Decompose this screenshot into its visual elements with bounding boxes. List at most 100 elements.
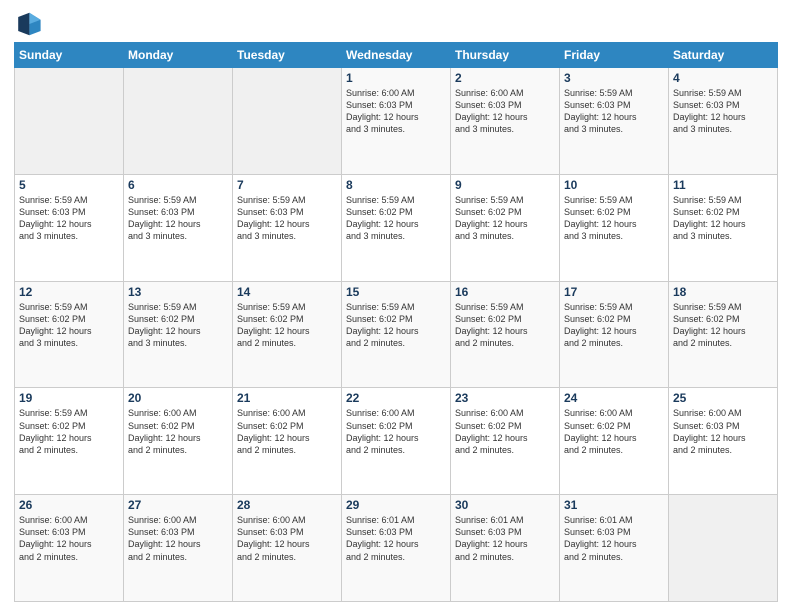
page: SundayMondayTuesdayWednesdayThursdayFrid… <box>0 0 792 612</box>
calendar-cell: 29 Sunrise: 6:01 AM Sunset: 6:03 PM Dayli… <box>342 495 451 602</box>
calendar-cell: 17 Sunrise: 5:59 AM Sunset: 6:02 PM Dayli… <box>560 281 669 388</box>
day-number: 8 <box>346 178 446 192</box>
calendar-cell <box>233 68 342 175</box>
calendar-cell: 15 Sunrise: 5:59 AM Sunset: 6:02 PM Dayli… <box>342 281 451 388</box>
day-info: Sunrise: 5:59 AM Sunset: 6:02 PM Dayligh… <box>19 301 119 350</box>
calendar-cell: 12 Sunrise: 5:59 AM Sunset: 6:02 PM Dayli… <box>15 281 124 388</box>
header <box>14 10 778 38</box>
day-header-friday: Friday <box>560 43 669 68</box>
calendar-cell: 9 Sunrise: 5:59 AM Sunset: 6:02 PM Daylig… <box>451 174 560 281</box>
day-number: 16 <box>455 285 555 299</box>
day-info: Sunrise: 6:00 AM Sunset: 6:03 PM Dayligh… <box>346 87 446 136</box>
day-info: Sunrise: 6:00 AM Sunset: 6:03 PM Dayligh… <box>237 514 337 563</box>
day-info: Sunrise: 6:01 AM Sunset: 6:03 PM Dayligh… <box>564 514 664 563</box>
day-number: 21 <box>237 391 337 405</box>
calendar-week-3: 12 Sunrise: 5:59 AM Sunset: 6:02 PM Dayli… <box>15 281 778 388</box>
calendar-week-2: 5 Sunrise: 5:59 AM Sunset: 6:03 PM Daylig… <box>15 174 778 281</box>
calendar-cell: 23Sunrise: 6:00 AM Sunset: 6:02 PM Dayli… <box>451 388 560 495</box>
day-header-thursday: Thursday <box>451 43 560 68</box>
day-header-tuesday: Tuesday <box>233 43 342 68</box>
calendar-cell <box>669 495 778 602</box>
day-number: 4 <box>673 71 773 85</box>
day-number: 14 <box>237 285 337 299</box>
calendar-cell: 20 Sunrise: 6:00 AM Sunset: 6:02 PM Dayli… <box>124 388 233 495</box>
day-info: Sunrise: 5:59 AM Sunset: 6:02 PM Dayligh… <box>564 194 664 243</box>
calendar-week-1: 1 Sunrise: 6:00 AM Sunset: 6:03 PM Daylig… <box>15 68 778 175</box>
calendar-cell: 5Sunrise: 5:59 AM Sunset: 6:03 PM Daylig… <box>15 174 124 281</box>
day-info: Sunrise: 6:00 AM Sunset: 6:03 PM Dayligh… <box>128 514 228 563</box>
day-number: 17 <box>564 285 664 299</box>
day-number: 24 <box>564 391 664 405</box>
day-info: Sunrise: 6:00 AM Sunset: 6:02 PM Dayligh… <box>564 407 664 456</box>
calendar-cell: 16 Sunrise: 5:59 AM Sunset: 6:02 PM Dayli… <box>451 281 560 388</box>
day-number: 6 <box>128 178 228 192</box>
calendar: SundayMondayTuesdayWednesdayThursdayFrid… <box>14 42 778 602</box>
calendar-cell: 27 Sunrise: 6:00 AM Sunset: 6:03 PM Dayli… <box>124 495 233 602</box>
day-info: Sunrise: 6:00 AM Sunset: 6:03 PM Dayligh… <box>19 514 119 563</box>
calendar-week-5: 26 Sunrise: 6:00 AM Sunset: 6:03 PM Dayli… <box>15 495 778 602</box>
calendar-header-row: SundayMondayTuesdayWednesdayThursdayFrid… <box>15 43 778 68</box>
day-number: 29 <box>346 498 446 512</box>
day-number: 26 <box>19 498 119 512</box>
day-info: Sunrise: 5:59 AM Sunset: 6:03 PM Dayligh… <box>128 194 228 243</box>
calendar-week-4: 19 Sunrise: 5:59 AM Sunset: 6:02 PM Dayli… <box>15 388 778 495</box>
day-header-wednesday: Wednesday <box>342 43 451 68</box>
calendar-cell: 2 Sunrise: 6:00 AM Sunset: 6:03 PM Daylig… <box>451 68 560 175</box>
calendar-cell: 26 Sunrise: 6:00 AM Sunset: 6:03 PM Dayli… <box>15 495 124 602</box>
day-number: 13 <box>128 285 228 299</box>
day-number: 3 <box>564 71 664 85</box>
day-info: Sunrise: 5:59 AM Sunset: 6:02 PM Dayligh… <box>19 407 119 456</box>
calendar-cell: 1 Sunrise: 6:00 AM Sunset: 6:03 PM Daylig… <box>342 68 451 175</box>
day-number: 5 <box>19 178 119 192</box>
day-info: Sunrise: 6:01 AM Sunset: 6:03 PM Dayligh… <box>346 514 446 563</box>
day-header-monday: Monday <box>124 43 233 68</box>
calendar-cell: 22 Sunrise: 6:00 AM Sunset: 6:02 PM Dayli… <box>342 388 451 495</box>
day-number: 15 <box>346 285 446 299</box>
calendar-cell: 28 Sunrise: 6:00 AM Sunset: 6:03 PM Dayli… <box>233 495 342 602</box>
day-info: Sunrise: 6:00 AM Sunset: 6:02 PM Dayligh… <box>455 407 555 456</box>
day-info: Sunrise: 5:59 AM Sunset: 6:02 PM Dayligh… <box>237 301 337 350</box>
day-number: 11 <box>673 178 773 192</box>
day-info: Sunrise: 5:59 AM Sunset: 6:02 PM Dayligh… <box>455 194 555 243</box>
day-info: Sunrise: 6:00 AM Sunset: 6:02 PM Dayligh… <box>346 407 446 456</box>
calendar-cell: 10 Sunrise: 5:59 AM Sunset: 6:02 PM Dayli… <box>560 174 669 281</box>
day-info: Sunrise: 5:59 AM Sunset: 6:02 PM Dayligh… <box>673 194 773 243</box>
day-info: Sunrise: 5:59 AM Sunset: 6:02 PM Dayligh… <box>564 301 664 350</box>
day-info: Sunrise: 5:59 AM Sunset: 6:02 PM Dayligh… <box>455 301 555 350</box>
logo-icon <box>14 10 42 38</box>
day-info: Sunrise: 5:59 AM Sunset: 6:02 PM Dayligh… <box>346 301 446 350</box>
calendar-cell <box>124 68 233 175</box>
day-info: Sunrise: 5:59 AM Sunset: 6:02 PM Dayligh… <box>673 301 773 350</box>
day-number: 12 <box>19 285 119 299</box>
day-number: 19 <box>19 391 119 405</box>
day-number: 20 <box>128 391 228 405</box>
calendar-cell: 25 Sunrise: 6:00 AM Sunset: 6:03 PM Dayli… <box>669 388 778 495</box>
calendar-cell: 11 Sunrise: 5:59 AM Sunset: 6:02 PM Dayli… <box>669 174 778 281</box>
day-number: 30 <box>455 498 555 512</box>
day-info: Sunrise: 5:59 AM Sunset: 6:02 PM Dayligh… <box>346 194 446 243</box>
day-number: 10 <box>564 178 664 192</box>
day-number: 2 <box>455 71 555 85</box>
day-number: 1 <box>346 71 446 85</box>
calendar-cell: 14 Sunrise: 5:59 AM Sunset: 6:02 PM Dayli… <box>233 281 342 388</box>
day-number: 22 <box>346 391 446 405</box>
calendar-cell: 30 Sunrise: 6:01 AM Sunset: 6:03 PM Dayli… <box>451 495 560 602</box>
day-number: 9 <box>455 178 555 192</box>
logo <box>14 10 44 38</box>
day-info: Sunrise: 6:01 AM Sunset: 6:03 PM Dayligh… <box>455 514 555 563</box>
day-number: 28 <box>237 498 337 512</box>
calendar-cell: 8 Sunrise: 5:59 AM Sunset: 6:02 PM Daylig… <box>342 174 451 281</box>
day-info: Sunrise: 6:00 AM Sunset: 6:03 PM Dayligh… <box>673 407 773 456</box>
calendar-cell: 19 Sunrise: 5:59 AM Sunset: 6:02 PM Dayli… <box>15 388 124 495</box>
day-info: Sunrise: 6:00 AM Sunset: 6:03 PM Dayligh… <box>455 87 555 136</box>
day-info: Sunrise: 5:59 AM Sunset: 6:03 PM Dayligh… <box>237 194 337 243</box>
calendar-cell: 6 Sunrise: 5:59 AM Sunset: 6:03 PM Daylig… <box>124 174 233 281</box>
calendar-cell <box>15 68 124 175</box>
day-number: 25 <box>673 391 773 405</box>
day-number: 18 <box>673 285 773 299</box>
calendar-cell: 18 Sunrise: 5:59 AM Sunset: 6:02 PM Dayli… <box>669 281 778 388</box>
day-info: Sunrise: 6:00 AM Sunset: 6:02 PM Dayligh… <box>128 407 228 456</box>
day-number: 7 <box>237 178 337 192</box>
calendar-cell: 3Sunrise: 5:59 AM Sunset: 6:03 PM Daylig… <box>560 68 669 175</box>
day-number: 27 <box>128 498 228 512</box>
